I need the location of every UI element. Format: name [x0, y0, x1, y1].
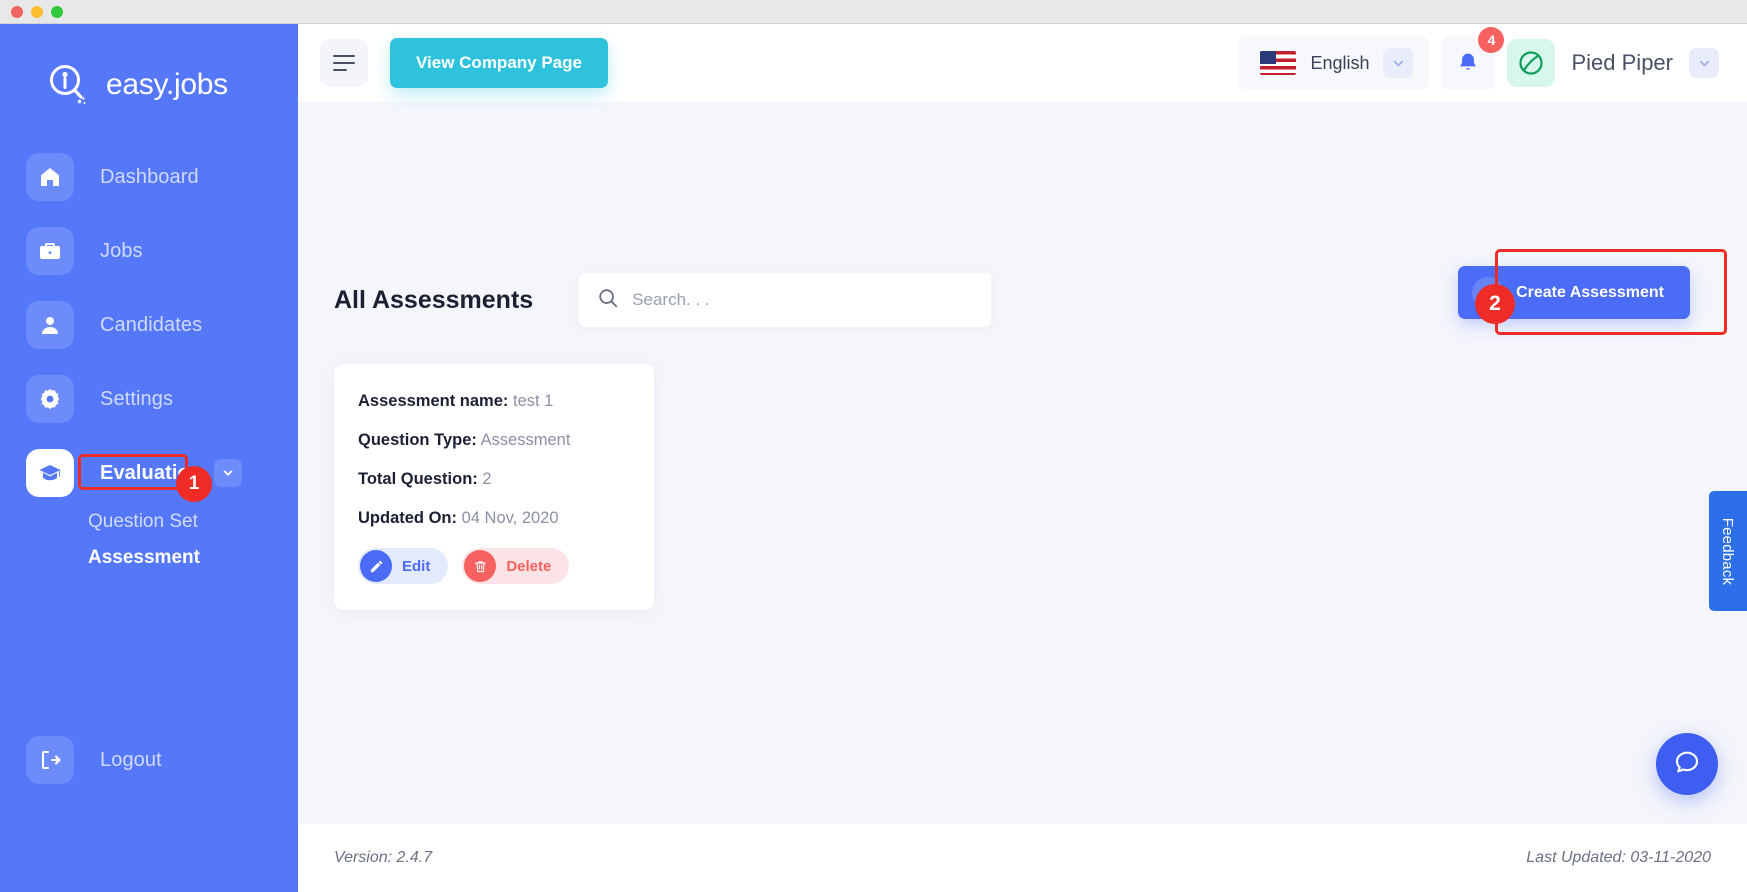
card-field-row: Question Type: Assessment: [358, 431, 630, 450]
language-selector[interactable]: English: [1238, 36, 1430, 90]
sidebar-item-jobs[interactable]: Jobs: [0, 214, 298, 288]
sidebar-subitem-wrap: Assessment: [88, 540, 298, 576]
home-icon: [26, 153, 74, 201]
sidebar-item-label: Jobs: [100, 239, 143, 262]
window-close-button[interactable]: [11, 5, 23, 18]
chat-bubble-icon: [1672, 747, 1702, 782]
sidebar: easy.jobs Dashboard Jobs Candidates Sett…: [0, 24, 298, 892]
trash-icon: [464, 550, 497, 582]
annotation-badge-1: 1: [176, 466, 212, 502]
create-assessment-label: Create Assessment: [1516, 283, 1664, 301]
annotation-badge-2: 2: [1475, 284, 1515, 324]
card-field-key: Total Question:: [358, 470, 478, 488]
gear-icon: [26, 375, 74, 423]
view-company-page-button[interactable]: View Company Page: [390, 38, 608, 88]
delete-label: Delete: [506, 557, 552, 575]
content-area: All Assessments + Create Assessment: [298, 102, 1747, 824]
card-field-value: Assessment: [480, 431, 571, 449]
card-field-value: test 1: [513, 392, 554, 410]
hamburger-line: [333, 62, 355, 64]
sidebar-item-evaluation[interactable]: Evaluation: [0, 436, 298, 510]
version-text: Version: 2.4.7: [334, 849, 433, 866]
pied-piper-logo-icon: [1507, 39, 1556, 87]
card-field-key: Updated On:: [358, 509, 457, 527]
search-icon: [597, 287, 619, 314]
window-maximize-button[interactable]: [51, 5, 63, 18]
hamburger-line: [333, 55, 355, 57]
chevron-down-icon[interactable]: [1383, 48, 1414, 78]
sidebar-item-label: Settings: [100, 387, 174, 410]
card-field-row: Total Question: 2: [358, 470, 630, 489]
chevron-down-icon[interactable]: [214, 459, 242, 487]
topbar-right-group: English 4 Pied Piper: [1238, 27, 1727, 90]
language-label: English: [1310, 52, 1370, 73]
sidebar-item-dashboard[interactable]: Dashboard: [0, 140, 298, 214]
hamburger-icon[interactable]: [320, 39, 368, 87]
graduation-cap-icon: [26, 449, 74, 497]
card-field-value: 2: [482, 470, 492, 488]
sidebar-item-label: Candidates: [100, 313, 203, 336]
magnifier-person-logo-icon: [44, 61, 92, 109]
chat-button[interactable]: [1656, 733, 1718, 795]
card-field-key: Question Type:: [358, 431, 477, 449]
pencil-icon: [360, 550, 392, 582]
feedback-tab[interactable]: Feedback: [1709, 491, 1747, 611]
notification-count-badge: 4: [1478, 27, 1505, 53]
window-minimize-button[interactable]: [31, 5, 43, 18]
app-root: easy.jobs Dashboard Jobs Candidates Sett…: [0, 24, 1747, 892]
card-field-row: Updated On: 04 Nov, 2020: [358, 509, 630, 528]
page-title: All Assessments: [334, 285, 534, 314]
sidebar-subnav-evaluation: Question Set Assessment: [0, 504, 298, 576]
search-input[interactable]: [632, 290, 974, 310]
card-field-row: Assessment name: test 1: [358, 392, 630, 411]
user-menu[interactable]: Pied Piper: [1507, 39, 1727, 87]
card-field-value: 04 Nov, 2020: [461, 509, 559, 527]
brand-name: easy.jobs: [106, 68, 228, 101]
card-actions: Edit Delete: [358, 548, 630, 584]
sidebar-item-label: Logout: [100, 748, 162, 771]
feedback-label: Feedback: [1719, 517, 1737, 585]
user-name: Pied Piper: [1571, 50, 1673, 75]
sidebar-item-logout[interactable]: Logout: [0, 723, 298, 797]
browser-titlebar: [0, 0, 1747, 24]
card-field-key: Assessment name:: [358, 392, 509, 410]
assessment-card[interactable]: Assessment name: test 1 Question Type: A…: [334, 364, 654, 610]
footer: Version: 2.4.7 Last Updated: 03-11-2020: [298, 824, 1747, 892]
delete-button[interactable]: Delete: [462, 548, 570, 584]
logout-icon: [26, 736, 74, 784]
notifications: 4: [1441, 27, 1505, 90]
us-flag-icon: [1260, 51, 1297, 75]
hamburger-line: [333, 69, 347, 71]
sidebar-nav: Dashboard Jobs Candidates Settings Evalu…: [0, 140, 298, 784]
sidebar-item-candidates[interactable]: Candidates: [0, 288, 298, 362]
edit-label: Edit: [402, 557, 431, 575]
main-area: View Company Page English 4 Pied Piper A…: [298, 24, 1747, 892]
search-box[interactable]: [579, 273, 992, 327]
topbar: View Company Page English 4 Pied Piper: [298, 24, 1747, 102]
sidebar-item-settings[interactable]: Settings: [0, 362, 298, 436]
last-updated-text: Last Updated: 03-11-2020: [1526, 849, 1711, 866]
sidebar-item-label: Dashboard: [100, 165, 199, 188]
brand[interactable]: easy.jobs: [0, 24, 298, 120]
edit-button[interactable]: Edit: [358, 548, 449, 584]
briefcase-icon: [26, 227, 74, 275]
sidebar-item-assessment[interactable]: Assessment: [88, 540, 200, 576]
chevron-down-icon[interactable]: [1689, 48, 1719, 78]
user-icon: [26, 301, 74, 349]
